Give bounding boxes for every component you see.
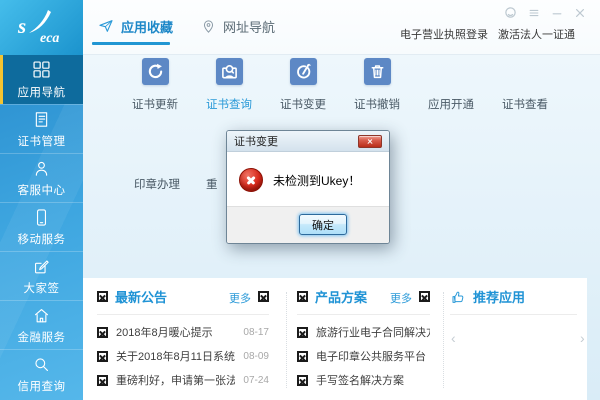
ebl-login-link[interactable]: 电子营业执照登录 <box>400 26 488 42</box>
section-title: 产品方案 <box>315 290 368 305</box>
product-item[interactable]: 旅游行业电子合同解决方案 <box>297 320 430 344</box>
section-divider <box>286 292 287 388</box>
help-icon[interactable] <box>504 6 517 19</box>
close-icon[interactable] <box>574 7 586 19</box>
broken-image-icon <box>297 374 308 386</box>
thumbs-up-icon <box>452 291 464 303</box>
active-tab-underline <box>92 42 170 45</box>
product-item[interactable]: 手写签名解决方案 <box>297 368 430 392</box>
bank-icon <box>35 308 48 322</box>
app-logo: s eca <box>0 0 83 55</box>
app-cert-query[interactable]: 证书查询 <box>192 58 266 112</box>
sidebar-item-credit-inquiry[interactable]: 信用查询 <box>0 349 83 398</box>
app-partial-label[interactable]: 重 <box>206 176 218 192</box>
phone-icon <box>36 208 47 226</box>
dialog-message: 未检测到Ukey！ <box>273 173 361 188</box>
sidebar-item-mobile-services[interactable]: 移动服务 <box>0 202 83 251</box>
app-grid: 证书更新 证书查询 证书变更 证书撤销 应用开通 证书查看 <box>118 58 562 112</box>
refresh-icon <box>148 63 162 79</box>
certificate-icon <box>35 111 48 127</box>
app-seal-handling[interactable]: 印章办理 <box>134 176 180 192</box>
svg-text:s: s <box>17 14 26 38</box>
broken-image-icon <box>258 291 269 302</box>
sidebar: s eca 应用导航 证书管理 客服中心 移动服务 大家签 金融服务 信用查询 <box>0 0 83 400</box>
app-cert-update[interactable]: 证书更新 <box>118 58 192 112</box>
dialog-titlebar: 证书变更 <box>227 131 389 152</box>
announcement-date: 08-17 <box>243 326 269 338</box>
dialog-body: 未检测到Ukey！ <box>227 152 389 208</box>
activate-legal-person-link[interactable]: 激活法人一证通 <box>498 26 575 42</box>
broken-image-icon <box>297 350 308 362</box>
section-product-solutions: 产品方案 更多 旅游行业电子合同解决方案 电子印章公共服务平台 <box>297 287 430 392</box>
search-document-icon <box>221 65 237 79</box>
carousel-next-icon[interactable]: › <box>580 330 585 346</box>
ok-button[interactable]: 确定 <box>299 214 347 235</box>
magnifier-icon <box>35 357 48 371</box>
dialog-close-button[interactable] <box>358 135 382 148</box>
minimize-icon[interactable] <box>551 7 563 19</box>
dialog-cert-change: 证书变更 未检测到Ukey！ 确定 <box>226 130 390 244</box>
app-cert-change[interactable]: 证书变更 <box>266 58 340 112</box>
menu-icon[interactable] <box>528 7 540 19</box>
app-service-activation[interactable]: 应用开通 <box>414 58 488 112</box>
announcement-item[interactable]: 关于2018年8月11日系统升级... 08-09 <box>97 344 269 368</box>
announcement-date: 07-24 <box>243 374 269 386</box>
window-controls <box>504 6 586 19</box>
svg-text:eca: eca <box>40 31 59 46</box>
sidebar-item-certificate-management[interactable]: 证书管理 <box>0 104 83 153</box>
more-products-link[interactable]: 更多 <box>390 290 412 306</box>
announcement-date: 08-09 <box>243 350 269 362</box>
sidebar-item-dajiaqian[interactable]: 大家签 <box>0 251 83 300</box>
pen-icon <box>35 259 49 273</box>
location-pin-icon <box>203 19 214 33</box>
app-window: s eca 应用导航 证书管理 客服中心 移动服务 大家签 金融服务 信用查询 … <box>0 0 600 400</box>
person-icon <box>35 161 48 176</box>
app-cert-view[interactable]: 证书查看 <box>488 58 562 112</box>
dialog-footer: 确定 <box>227 206 389 243</box>
broken-image-icon <box>419 291 430 302</box>
paper-plane-icon <box>99 20 113 32</box>
error-icon <box>239 168 263 192</box>
announcement-item[interactable]: 2018年8月暖心提示 08-17 <box>97 320 269 344</box>
sidebar-item-financial-services[interactable]: 金融服务 <box>0 300 83 349</box>
dialog-title: 证书变更 <box>234 136 278 148</box>
section-latest-announcements: 最新公告 更多 2018年8月暖心提示 08-17 关于2018年8月11日系统… <box>97 287 269 392</box>
grid-icon <box>33 61 50 78</box>
sidebar-item-customer-service[interactable]: 客服中心 <box>0 153 83 202</box>
bottom-panel: 最新公告 更多 2018年8月暖心提示 08-17 关于2018年8月11日系统… <box>83 278 587 400</box>
broken-image-icon <box>297 326 308 338</box>
product-item[interactable]: 电子印章公共服务平台 <box>297 344 430 368</box>
broken-image-icon <box>97 350 108 362</box>
edit-circle-icon <box>296 63 311 79</box>
broken-image-icon <box>97 326 108 338</box>
carousel-prev-icon[interactable]: ‹ <box>451 330 456 346</box>
section-title: 最新公告 <box>115 290 168 305</box>
broken-image-icon <box>97 374 108 386</box>
sheca-logo-icon: s eca <box>17 9 59 46</box>
tab-url-navigation[interactable]: 网址导航 <box>201 0 275 52</box>
broken-image-icon <box>297 291 308 302</box>
broken-image-icon <box>97 291 108 302</box>
more-announcements-link[interactable]: 更多 <box>229 290 251 306</box>
top-links: 电子营业执照登录 激活法人一证通 <box>400 26 575 42</box>
section-recommended-apps: 推荐应用 <box>450 287 577 315</box>
app-cert-revoke[interactable]: 证书撤销 <box>340 58 414 112</box>
trash-icon <box>371 65 383 79</box>
section-divider <box>443 292 444 388</box>
sidebar-item-app-navigation[interactable]: 应用导航 <box>0 55 83 104</box>
section-title: 推荐应用 <box>473 290 526 305</box>
topbar: 应用收藏 网址导航 电子营业执照登录 激活法人一证通 <box>83 0 600 55</box>
announcement-item[interactable]: 重磅利好，申请第一张法人一... 07-24 <box>97 368 269 392</box>
